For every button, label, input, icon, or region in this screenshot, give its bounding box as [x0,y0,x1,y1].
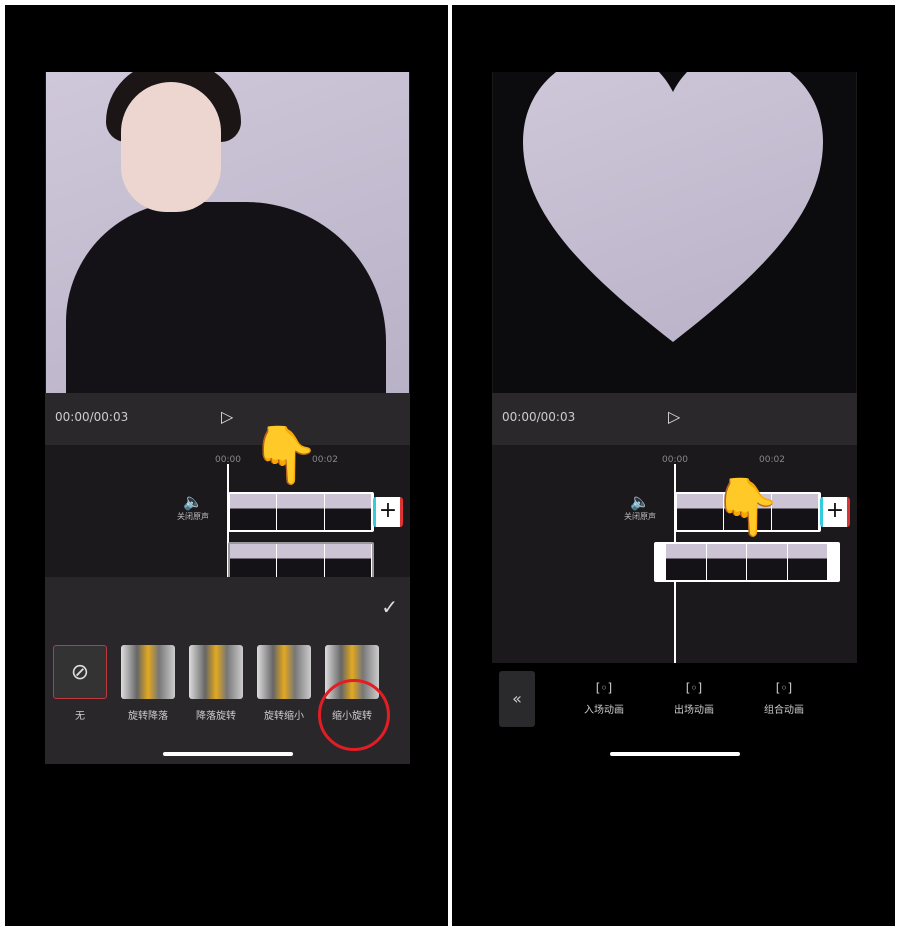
highlight-circle [318,679,390,751]
mute-label: 关闭原声 [177,512,209,521]
animation-item[interactable]: 旋转缩小 [257,645,311,722]
playback-bar: 00:00/00:03 ▷ [45,393,410,445]
heart-mask [523,72,823,352]
editor: 00:00/00:03 ▷ 00:00 00:02 🔈 关闭原声 + 👇 « [◦… [492,72,857,764]
home-indicator [610,752,740,756]
left-phone: 00:00/00:03 ▷ 00:00 00:02 🔈 关闭原声 + 👇 ✓ ⊘ 无… [5,5,448,926]
speaker-icon: 🔈 [183,492,203,511]
add-clip-button[interactable]: + [373,497,403,527]
animation-panel: ✓ ⊘ 无 旋转降落 降落旋转 旋转缩小 缩小旋转 [45,577,410,764]
mute-button[interactable]: 🔈 关闭原声 [620,492,660,522]
animation-toolbar: « [◦] 入场动画 [◦] 出场动画 [◦] 组合动画 [492,663,857,764]
mute-button[interactable]: 🔈 关闭原声 [173,492,213,522]
back-button[interactable]: « [499,671,535,727]
playback-bar: 00:00/00:03 ▷ [492,393,857,445]
pointing-hand-icon: 👇 [712,475,782,540]
video-preview [46,72,409,393]
animation-item[interactable]: 降落旋转 [189,645,243,722]
add-clip-button[interactable]: + [820,497,850,527]
check-icon[interactable]: ✓ [381,595,398,619]
ruler-tick: 00:02 [759,455,785,465]
out-animation-icon: [◦] [685,681,703,695]
play-button[interactable]: ▷ [221,407,233,426]
animation-item[interactable]: 旋转降落 [121,645,175,722]
animation-none[interactable]: ⊘ 无 [53,645,107,722]
play-button[interactable]: ▷ [668,407,680,426]
video-preview [493,72,856,393]
no-entry-icon: ⊘ [53,645,107,699]
in-animation-icon: [◦] [595,681,613,695]
video-clip[interactable] [228,492,374,532]
out-animation-button[interactable]: [◦] 出场动画 [664,681,724,716]
editor: 00:00/00:03 ▷ 00:00 00:02 🔈 关闭原声 + 👇 ✓ ⊘ 无… [45,72,410,764]
time-readout: 00:00/00:03 [502,410,576,424]
right-phone: 00:00/00:03 ▷ 00:00 00:02 🔈 关闭原声 + 👇 « [◦… [452,5,895,926]
home-indicator [163,752,293,756]
in-animation-button[interactable]: [◦] 入场动画 [574,681,634,716]
combo-animation-button[interactable]: [◦] 组合动画 [754,681,814,716]
pointing-hand-icon: 👇 [250,423,320,488]
time-readout: 00:00/00:03 [55,410,129,424]
combo-animation-icon: [◦] [775,681,793,695]
selected-clip[interactable] [654,542,840,582]
mute-label: 关闭原声 [624,512,656,521]
speaker-icon: 🔈 [630,492,650,511]
video-clip[interactable] [228,542,374,582]
